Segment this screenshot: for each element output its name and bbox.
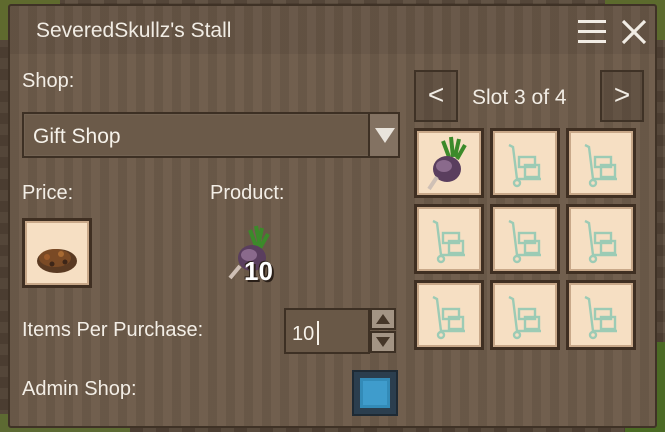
shop-slot[interactable] [566, 280, 636, 350]
stall-window: SeveredSkullz's Stall Shop: Gift Shop Pr… [8, 4, 657, 428]
prev-slot-button[interactable]: < [414, 70, 458, 122]
cart-icon [493, 283, 557, 352]
price-item-slot[interactable] [22, 218, 92, 288]
cart-icon [417, 283, 481, 352]
decrement-button[interactable] [370, 331, 396, 353]
increment-button[interactable] [370, 308, 396, 330]
shop-slot[interactable] [414, 128, 484, 198]
cart-icon [569, 283, 633, 352]
price-label: Price: [22, 182, 74, 204]
shop-slot[interactable] [490, 280, 560, 350]
close-icon[interactable] [620, 18, 648, 46]
shop-label: Shop: [22, 70, 75, 92]
items-per-purchase-label: Items Per Purchase: [22, 319, 204, 341]
items-per-purchase-value: 10 [292, 323, 315, 345]
dirt-pile-icon [37, 249, 77, 273]
shop-slot[interactable] [490, 204, 560, 274]
items-per-purchase-input[interactable]: 10 [284, 308, 370, 354]
shop-type-dropdown[interactable]: Gift Shop [22, 112, 400, 158]
admin-shop-label: Admin Shop: [22, 378, 137, 400]
shop-slot[interactable] [414, 280, 484, 350]
menu-icon[interactable] [578, 20, 606, 44]
chevron-down-icon[interactable] [368, 114, 398, 156]
slot-page-label: Slot 3 of 4 [472, 86, 567, 109]
cart-icon [417, 207, 481, 276]
turnip-icon [417, 131, 481, 200]
cart-icon [569, 207, 633, 276]
product-label: Product: [210, 182, 285, 204]
next-slot-button[interactable]: > [600, 70, 644, 122]
window-title: SeveredSkullz's Stall [36, 19, 232, 42]
cart-icon [493, 207, 557, 276]
title-bar[interactable]: SeveredSkullz's Stall [10, 6, 655, 54]
shop-slot[interactable] [566, 204, 636, 274]
shop-slot[interactable] [566, 128, 636, 198]
shop-slot[interactable] [490, 128, 560, 198]
text-caret [317, 321, 319, 345]
shop-type-value: Gift Shop [33, 125, 121, 148]
cart-icon [493, 131, 557, 200]
admin-shop-checkbox[interactable] [352, 370, 398, 416]
product-quantity: 10 [244, 256, 273, 286]
cart-icon [569, 131, 633, 200]
shop-slot[interactable] [414, 204, 484, 274]
